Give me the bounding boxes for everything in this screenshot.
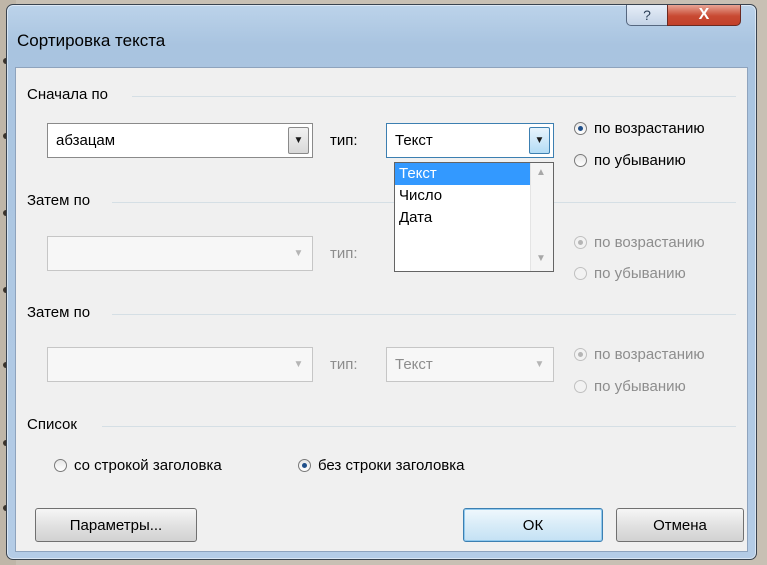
chevron-down-icon[interactable]: ▼: [288, 240, 309, 267]
sort1-descending-radio[interactable]: по убыванию: [574, 152, 686, 169]
with-header-radio[interactable]: со строкой заголовка: [54, 457, 222, 474]
help-icon: ?: [643, 7, 651, 23]
without-header-radio[interactable]: без строки заголовка: [298, 457, 464, 474]
close-button[interactable]: X: [667, 5, 741, 26]
ok-button[interactable]: ОК: [463, 508, 603, 542]
radio-checked-icon: [574, 236, 587, 249]
sort1-field-value: абзацам: [56, 132, 116, 149]
options-button-label: Параметры...: [69, 516, 163, 534]
close-icon: X: [698, 6, 710, 23]
sort1-type-label: тип:: [330, 132, 358, 149]
radio-unchecked-icon: [54, 459, 67, 472]
scroll-down-icon[interactable]: ▼: [536, 253, 546, 264]
help-button[interactable]: ?: [626, 5, 668, 26]
with-header-label: со строкой заголовка: [74, 457, 222, 474]
sort1-descending-label: по убыванию: [594, 152, 686, 169]
list-group-divider: [102, 426, 736, 427]
sort3-ascending-label: по возрастанию: [594, 346, 705, 363]
sort1-field-combobox[interactable]: абзацам ▼: [47, 123, 313, 158]
chevron-down-icon[interactable]: ▼: [288, 127, 309, 154]
sort1-ascending-radio[interactable]: по возрастанию: [574, 120, 705, 137]
dialog-body: Сначала по абзацам ▼ тип: Текст ▼ по воз…: [15, 67, 748, 552]
radio-unchecked-icon: [574, 380, 587, 393]
radio-unchecked-icon: [574, 154, 587, 167]
options-button[interactable]: Параметры...: [35, 508, 197, 542]
sort2-descending-label: по убыванию: [594, 265, 686, 282]
sort2-descending-radio[interactable]: по убыванию: [574, 265, 686, 282]
radio-checked-icon: [574, 122, 587, 135]
sort-text-dialog: Сортировка текста ? X Сначала по абзацам…: [6, 4, 757, 560]
sort1-type-combobox[interactable]: Текст ▼: [386, 123, 554, 158]
chevron-down-icon[interactable]: ▼: [288, 351, 309, 378]
sort3-type-combobox[interactable]: Текст ▼: [386, 347, 554, 382]
cancel-button[interactable]: Отмена: [616, 508, 744, 542]
sort1-ascending-label: по возрастанию: [594, 120, 705, 137]
sort3-ascending-radio[interactable]: по возрастанию: [574, 346, 705, 363]
sort2-field-combobox[interactable]: ▼: [47, 236, 313, 271]
sort2-group-label: Затем по: [27, 192, 91, 209]
sort3-descending-radio[interactable]: по убыванию: [574, 378, 686, 395]
type-dropdown-list[interactable]: Текст Число Дата ▲ ▼: [394, 162, 554, 272]
sort3-field-combobox[interactable]: ▼: [47, 347, 313, 382]
sort3-descending-label: по убыванию: [594, 378, 686, 395]
radio-checked-icon: [298, 459, 311, 472]
sort3-type-value: Текст: [395, 356, 433, 373]
chevron-down-icon[interactable]: ▼: [529, 351, 550, 378]
sort1-group-divider: [132, 96, 736, 97]
sort2-ascending-radio[interactable]: по возрастанию: [574, 234, 705, 251]
radio-unchecked-icon: [574, 267, 587, 280]
radio-checked-icon: [574, 348, 587, 361]
cancel-button-label: Отмена: [653, 516, 707, 534]
list-group-label: Список: [27, 416, 77, 433]
ok-button-label: ОК: [522, 516, 544, 534]
dropdown-scrollbar[interactable]: ▲ ▼: [530, 163, 553, 271]
sort3-group-divider: [112, 314, 736, 315]
sort2-ascending-label: по возрастанию: [594, 234, 705, 251]
sort3-type-label: тип:: [330, 356, 358, 373]
without-header-label: без строки заголовка: [318, 457, 465, 474]
scroll-up-icon[interactable]: ▲: [536, 167, 546, 178]
sort2-type-label: тип:: [330, 245, 358, 262]
sort3-group-label: Затем по: [27, 304, 91, 321]
chevron-down-icon[interactable]: ▼: [529, 127, 550, 154]
sort1-group-label: Сначала по: [27, 86, 109, 103]
sort1-type-value: Текст: [395, 132, 433, 149]
dialog-title: Сортировка текста: [17, 31, 166, 50]
